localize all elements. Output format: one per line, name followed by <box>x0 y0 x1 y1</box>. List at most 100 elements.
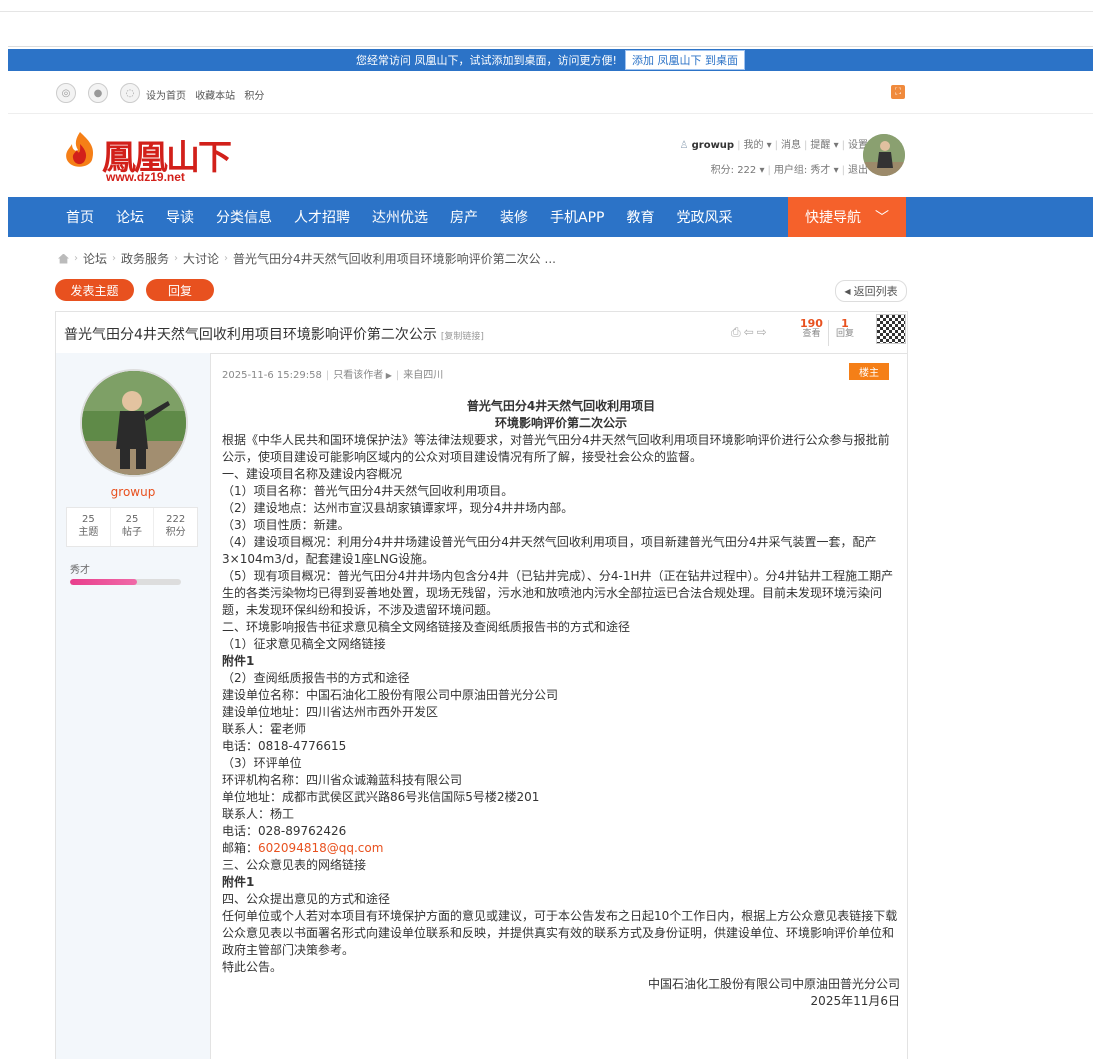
post-line: （2）查阅纸质报告书的方式和途径 <box>222 671 410 685</box>
author-avatar-image <box>82 371 186 475</box>
prev-thread-icon[interactable]: ⇦ <box>744 325 757 339</box>
author-points[interactable]: 222 积分 <box>154 508 197 546</box>
quick-nav-label: 快捷导航 <box>805 210 861 226</box>
new-thread-button[interactable]: 发表主题 <box>55 279 134 301</box>
fullscreen-icon[interactable]: ⛶ <box>891 85 905 99</box>
nav-item-guide[interactable]: 导读 <box>155 207 205 227</box>
post-date: 2025年11月6日 <box>810 994 900 1008</box>
email-label: 邮箱： <box>222 841 259 855</box>
group-menu[interactable]: 用户组: 秀才 <box>774 165 831 176</box>
post-line: （3）项目性质：新建。 <box>222 518 350 532</box>
breadcrumb-item-gov[interactable]: 政务服务 <box>121 250 169 267</box>
views-stat: 190 查看 <box>800 318 823 340</box>
nav-item-jobs[interactable]: 人才招聘 <box>283 207 361 227</box>
replies-label: 回复 <box>836 329 855 339</box>
avatar-image <box>863 134 905 176</box>
caret-left-icon: ◀ <box>844 286 851 296</box>
set-home-link[interactable]: 设为首页 <box>146 91 186 102</box>
reminders-menu[interactable]: 提醒 <box>810 140 830 151</box>
messages-link[interactable]: 消息 <box>781 140 801 151</box>
post-line: （2）建设地点：达州市宣汉县胡家镇谭家坪，现分4井井场内部。 <box>222 501 574 515</box>
qr-code-icon[interactable] <box>876 314 906 344</box>
author-group[interactable]: 秀才 <box>70 561 90 576</box>
bookmark-link[interactable]: 收藏本站 <box>195 91 235 102</box>
chevron-down-icon: ▾ <box>756 165 765 176</box>
username-link[interactable]: growup <box>692 140 734 151</box>
post: growup 25 主题 25 帖子 222 积分 秀才 2025-11-6 1… <box>55 353 908 1059</box>
points-menu[interactable]: 积分: 222 <box>711 165 757 176</box>
nav-item-classifieds[interactable]: 分类信息 <box>205 207 283 227</box>
chevron-down-icon: ▾ <box>830 165 839 176</box>
author-threads[interactable]: 25 主题 <box>67 508 111 546</box>
email-link[interactable]: 602094818@qq.com <box>258 841 383 855</box>
post-line: 电话：0818-4776615 <box>222 739 347 753</box>
chevron-down-icon: ﹀ <box>875 210 889 226</box>
next-thread-icon[interactable]: ⇨ <box>757 325 770 339</box>
nav-item-dazhou-select[interactable]: 达州优选 <box>361 207 439 227</box>
logout-link[interactable]: 退出 <box>848 165 868 176</box>
floor-badge: 楼主 <box>849 363 889 380</box>
points-link[interactable]: 积分 <box>244 91 264 102</box>
attachment-link[interactable]: 附件1 <box>222 874 900 891</box>
app-icon[interactable]: ◌ <box>120 83 140 103</box>
logo-url: www.dz19.net <box>106 170 185 184</box>
nav-item-mobile-app[interactable]: 手机APP <box>539 207 615 227</box>
nav-item-education[interactable]: 教育 <box>615 207 665 227</box>
nav-item-home[interactable]: 首页 <box>8 207 105 227</box>
nav-item-forum[interactable]: 论坛 <box>105 207 155 227</box>
views-count: 190 <box>800 317 823 330</box>
home-icon[interactable] <box>58 253 69 264</box>
chevron-down-icon: ▾ <box>830 140 839 151</box>
post-line: 一、建设项目名称及建设内容概况 <box>222 467 403 481</box>
post-line: 特此公告。 <box>222 960 283 974</box>
nav-item-housing[interactable]: 房产 <box>439 207 489 227</box>
post-line: （1）征求意见稿全文网络链接 <box>222 637 386 651</box>
print-icon[interactable]: ⎙ <box>731 325 744 339</box>
author-name[interactable]: growup <box>56 485 210 499</box>
add-to-desktop-button[interactable]: 添加 凤凰山下 到桌面 <box>624 50 745 70</box>
author-level-fill <box>70 579 137 585</box>
thread-tools: ⎙⇦⇨ <box>731 325 770 340</box>
breadcrumb-item-discussion[interactable]: 大讨论 <box>183 250 219 267</box>
author-sidebar: growup 25 主题 25 帖子 222 积分 秀才 <box>56 353 211 1059</box>
reply-button[interactable]: 回复 <box>146 279 214 301</box>
breadcrumb-item-forum[interactable]: 论坛 <box>83 250 107 267</box>
post-from: 来自四川 <box>403 370 444 381</box>
post-line: 联系人：霍老师 <box>222 722 307 736</box>
replies-count: 1 <box>841 317 849 330</box>
promo-bar: 您经常访问 凤凰山下，试试添加到桌面，访问更方便! 添加 凤凰山下 到桌面 <box>8 49 1093 71</box>
chevron-right-icon: › <box>74 253 78 264</box>
chevron-right-icon: › <box>174 253 179 264</box>
breadcrumb: › 论坛 › 政务服务 › 大讨论 › 普光气田分4井天然气回收利用项目环境影响… <box>58 250 556 267</box>
post-line: 单位地址：成都市武侯区武兴路86号兆信国际5号楼2楼201 <box>222 790 540 804</box>
toolbar-links: 设为首页 收藏本站 积分 <box>146 87 270 102</box>
site-logo[interactable]: 鳳凰山下 www.dz19.net <box>60 124 240 184</box>
wechat-icon[interactable]: ● <box>88 83 108 103</box>
post-paragraph: 根据《中华人民共和国环境保护法》等法律法规要求，对普光气田分4井天然气回收利用项… <box>222 433 890 464</box>
mine-menu[interactable]: 我的 <box>743 140 763 151</box>
post-line: 四、公众提出意见的方式和途径 <box>222 892 391 906</box>
post-line: （5）现有项目概况：普光气田分4井井场内包含分4井（已钻井完成）、分4-1H井（… <box>222 569 894 617</box>
attachment-link[interactable]: 附件1 <box>222 653 900 670</box>
back-to-list-button[interactable]: ◀ 返回列表 <box>835 280 907 302</box>
qq-icon[interactable]: ◎ <box>56 83 76 103</box>
copy-link[interactable]: [复制链接] <box>441 332 484 342</box>
chevron-right-icon: › <box>112 253 117 264</box>
breadcrumb-item-current: 普光气田分4井天然气回收利用项目环境影响评价第二次公 ... <box>233 252 556 266</box>
post-heading-2: 环境影响评价第二次公示 <box>494 416 627 430</box>
nav-item-party-gov[interactable]: 党政风采 <box>665 207 743 227</box>
post-signature: 中国石油化工股份有限公司中原油田普光分公司 <box>647 977 900 991</box>
post-line: 联系人：杨工 <box>222 807 295 821</box>
caret-right-icon: ▶ <box>383 371 392 380</box>
quick-nav-button[interactable]: 快捷导航 ﹀ <box>788 197 906 237</box>
nav-item-decoration[interactable]: 装修 <box>489 207 539 227</box>
thread-title-bar: 普光气田分4井天然气回收利用项目环境影响评价第二次公示 [复制链接] ⎙⇦⇨ 19… <box>55 311 908 354</box>
post-line: 邮箱：602094818@qq.com <box>222 840 900 857</box>
author-avatar[interactable] <box>80 369 188 477</box>
author-posts[interactable]: 25 帖子 <box>111 508 155 546</box>
post-line: （3）环评单位 <box>222 756 302 770</box>
avatar[interactable] <box>863 134 905 176</box>
post-datetime: 2025-11-6 15:29:58 <box>222 370 322 381</box>
only-author-link[interactable]: 只看该作者 <box>333 370 383 381</box>
post-line: 二、环境影响报告书征求意见稿全文网络链接及查阅纸质报告书的方式和途径 <box>222 620 631 634</box>
